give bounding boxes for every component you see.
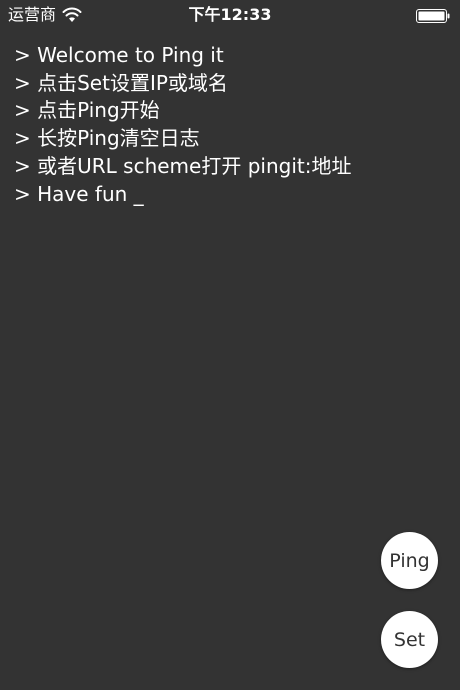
set-button-label: Set <box>393 628 426 651</box>
ping-button-label: Ping <box>389 549 430 572</box>
log-line: > 长按Ping清空日志 <box>14 126 200 151</box>
log-line: > Have fun _ <box>14 181 144 206</box>
log-line: > 点击Ping开始 <box>14 98 160 123</box>
status-bar: 运营商 下午12:33 <box>0 0 460 30</box>
battery-icon <box>416 8 450 23</box>
ping-button[interactable]: Ping <box>381 532 438 589</box>
set-button[interactable]: Set <box>381 611 438 668</box>
log-line: > Welcome to Ping it <box>14 43 224 67</box>
log-console[interactable]: > Welcome to Ping it > 点击Set设置IP或域名 > 点击… <box>14 42 444 208</box>
status-time: 下午12:33 <box>188 5 272 24</box>
log-line: > 点击Set设置IP或域名 <box>14 70 228 95</box>
log-line: > 或者URL scheme打开 pingit:地址 <box>14 153 352 178</box>
